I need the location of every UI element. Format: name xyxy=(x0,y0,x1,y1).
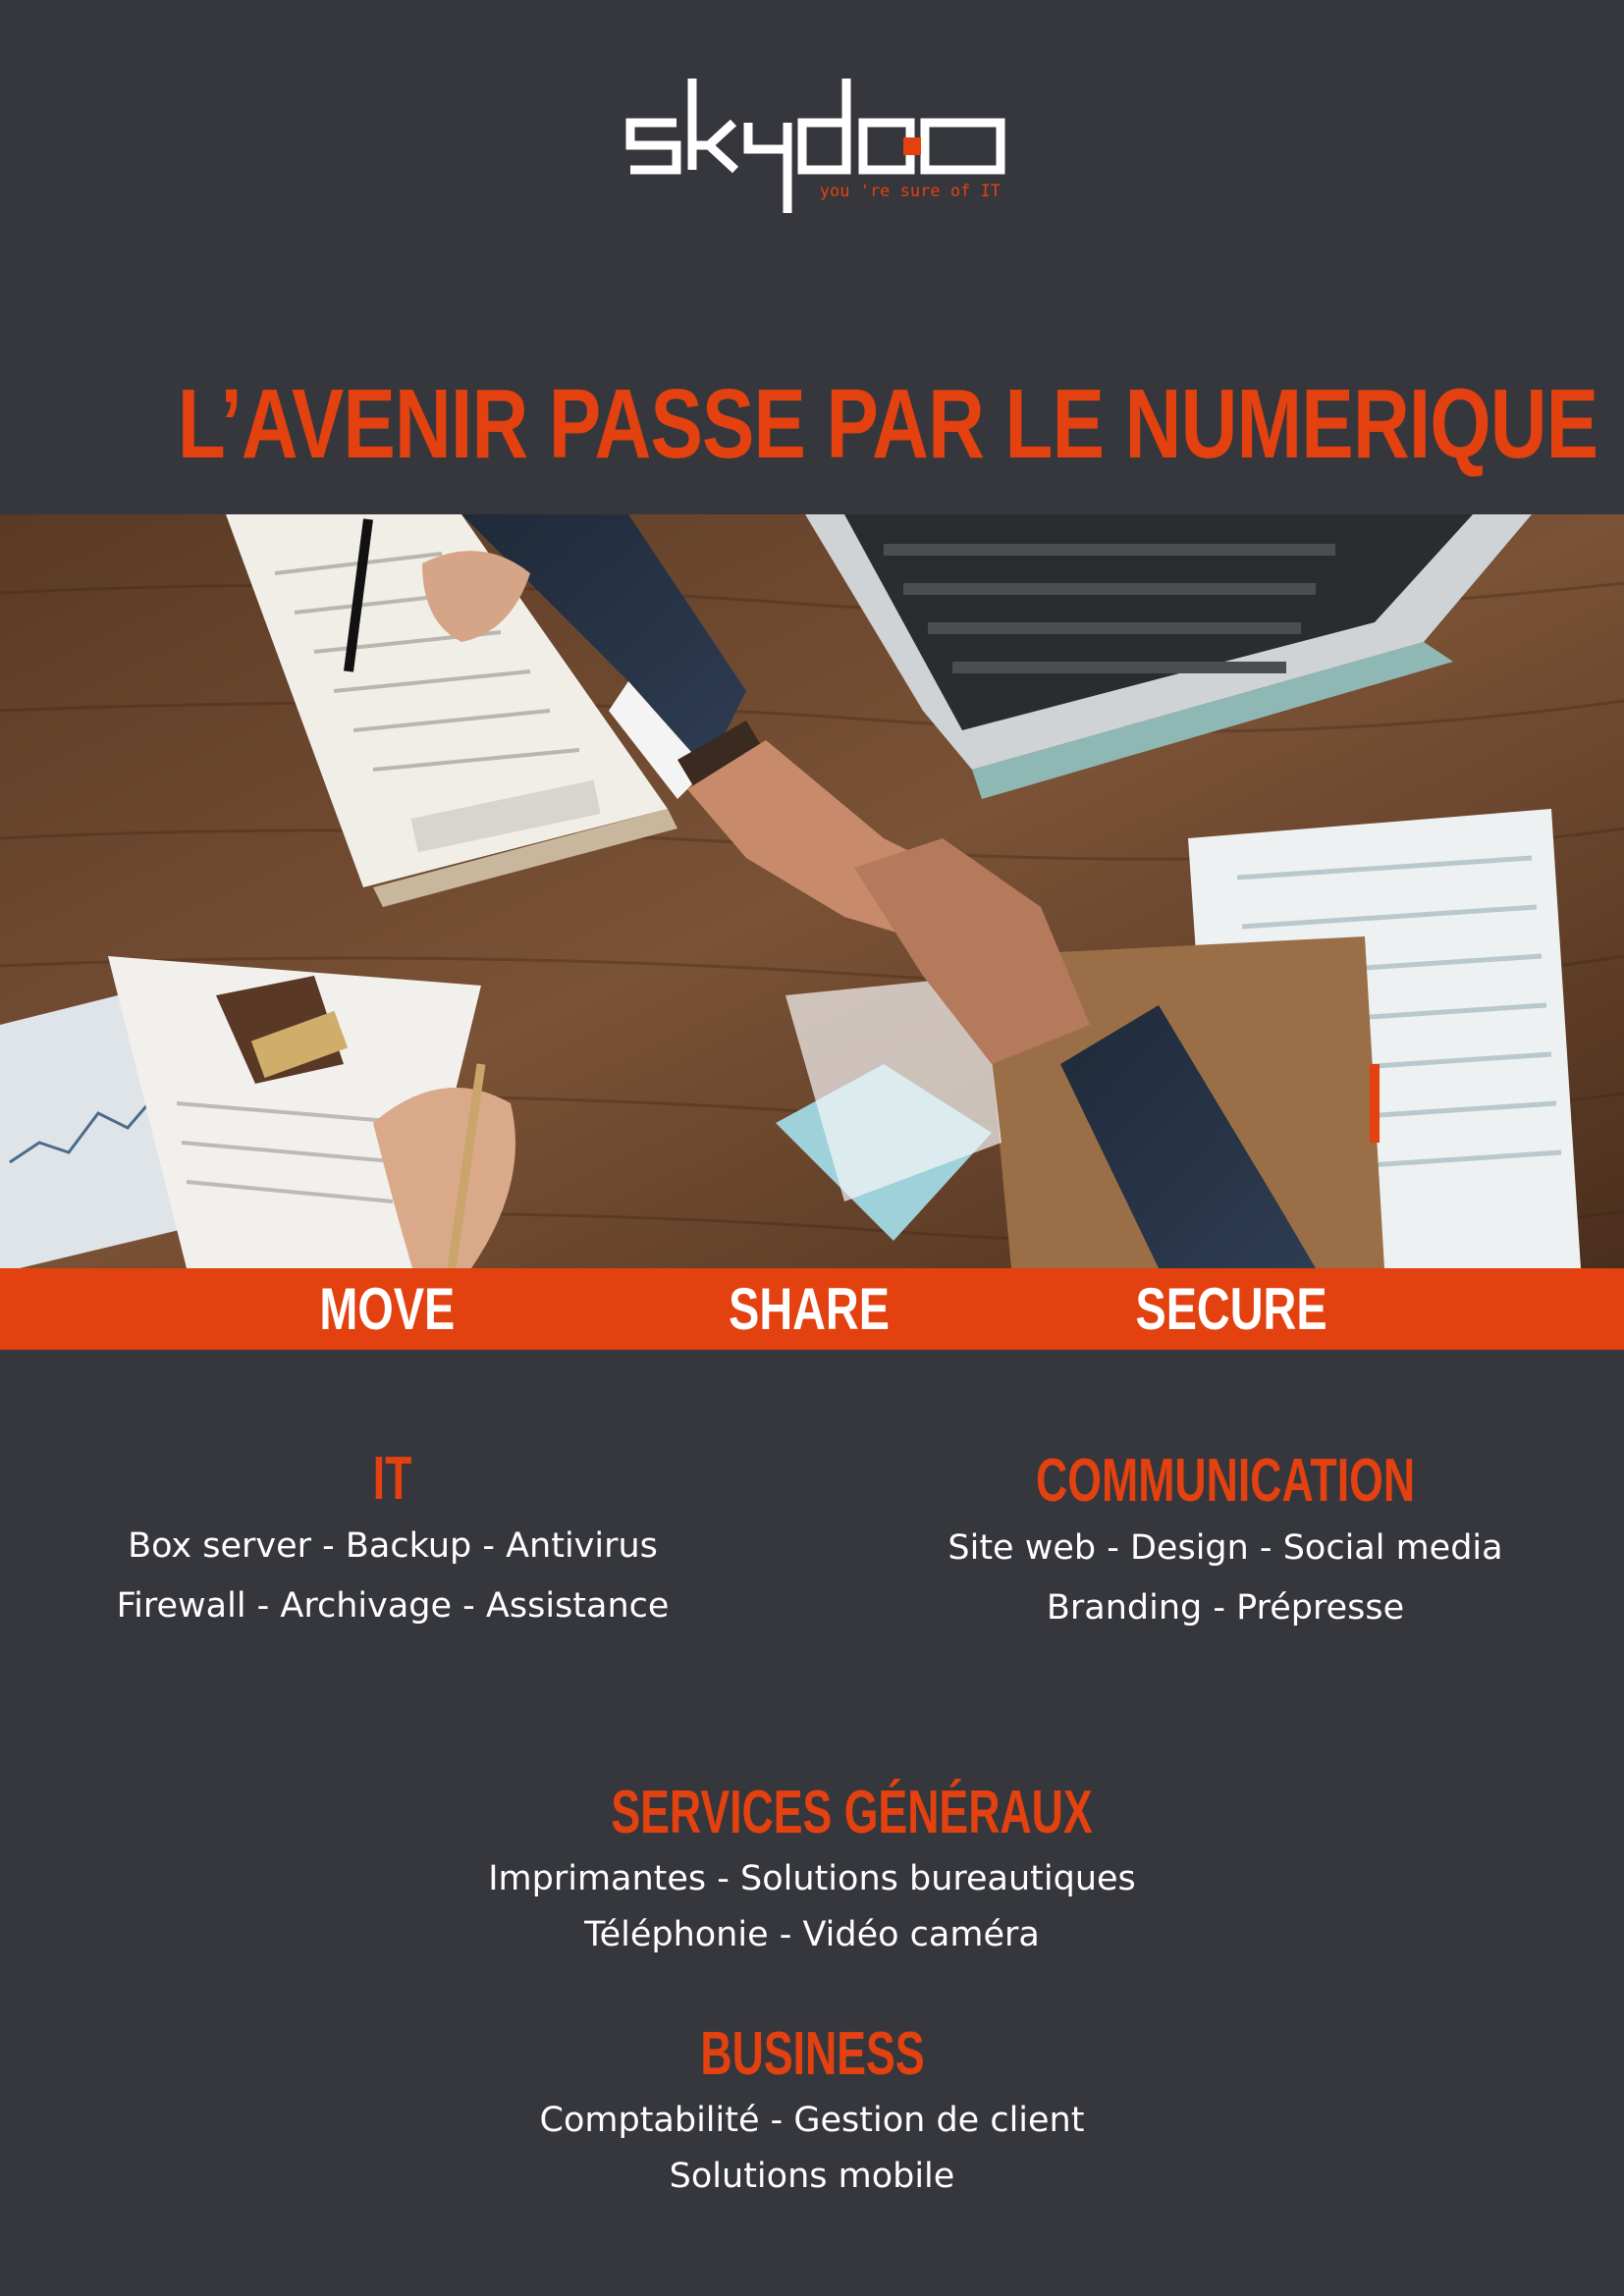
service-title-it: IT xyxy=(373,1445,412,1513)
service-title-business: BUSINESS xyxy=(699,2020,925,2088)
headline-text: L’AVENIR PASSE PAR LE NUMERIQUE xyxy=(177,369,1598,479)
band-word-secure: SECURE xyxy=(1135,1276,1327,1342)
service-line-business-1: Comptabilité - Gestion de client xyxy=(539,2101,1085,2140)
band-word-move: MOVE xyxy=(319,1276,455,1342)
service-title-communication: COMMUNICATION xyxy=(1035,1447,1416,1515)
service-line-it-2: Firewall - Archivage - Assistance xyxy=(116,1586,670,1626)
logo-tagline: you 're sure of IT xyxy=(820,182,1001,201)
slogan-band: MOVE SHARE SECURE xyxy=(0,1268,1624,1350)
service-line-communication-2: Branding - Prépresse xyxy=(1046,1588,1405,1628)
hero-handshake-photo xyxy=(0,514,1624,1268)
page-headline: L’AVENIR PASSE PAR LE NUMERIQUE xyxy=(0,365,1624,483)
service-line-it-1: Box server - Backup - Antivirus xyxy=(128,1526,658,1566)
service-line-services-generaux-2: Téléphonie - Vidéo caméra xyxy=(584,1915,1040,1954)
band-word-share: SHARE xyxy=(729,1276,890,1342)
service-line-communication-1: Site web - Design - Social media xyxy=(947,1528,1503,1568)
skydoo-logo: you 're sure of IT xyxy=(625,69,1008,226)
service-line-business-2: Solutions mobile xyxy=(669,2157,955,2196)
service-line-services-generaux-1: Imprimantes - Solutions bureautiques xyxy=(488,1859,1136,1898)
service-title-services-generaux: SERVICES GÉNÉRAUX xyxy=(611,1779,1093,1846)
